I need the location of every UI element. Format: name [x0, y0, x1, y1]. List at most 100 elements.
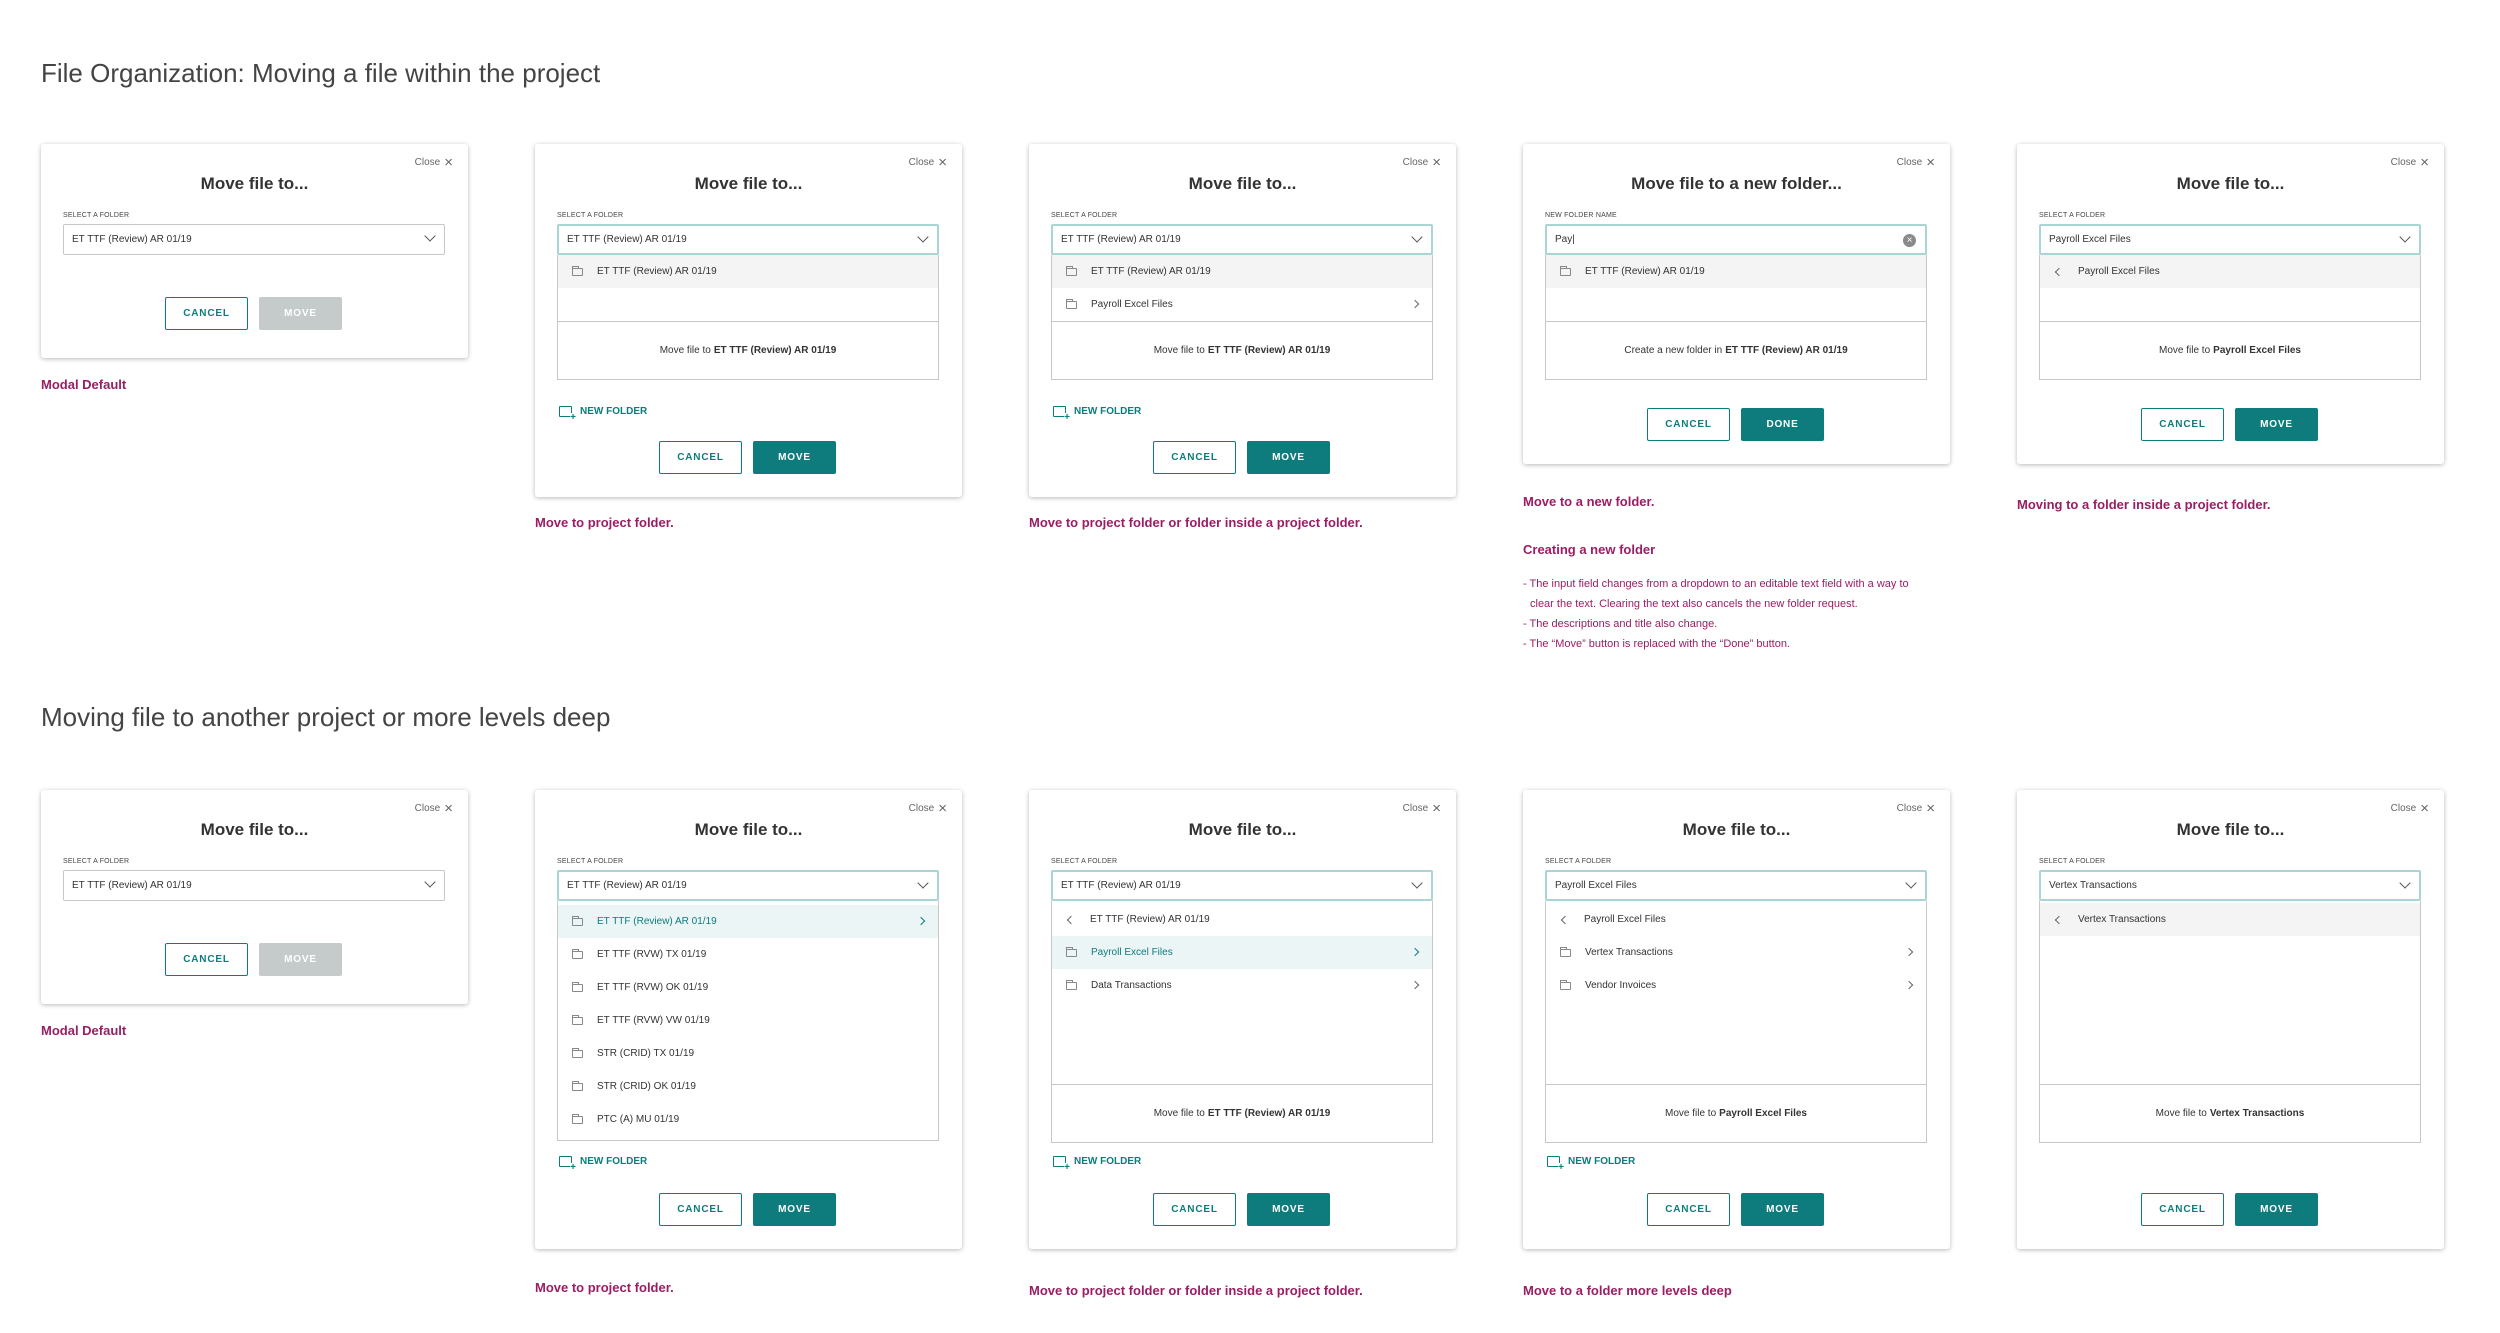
folder-icon — [572, 1113, 583, 1124]
close-label: Close — [2390, 157, 2417, 168]
move-target-prefix: Move file to — [1153, 1108, 1205, 1119]
folder-select[interactable]: Vertex Transactions — [2039, 870, 2421, 901]
back-option[interactable]: Payroll Excel Files — [1546, 903, 1926, 936]
cancel-button[interactable]: CANCEL — [1647, 408, 1730, 441]
close-button[interactable]: Close × — [415, 799, 453, 817]
new-folder-icon — [559, 1156, 576, 1172]
folder-select[interactable]: Payroll Excel Files — [1545, 870, 1927, 901]
close-icon: × — [444, 799, 453, 817]
move-button[interactable]: MOVE — [753, 441, 836, 474]
folder-option[interactable]: ET TTF (Review) AR 01/19 — [558, 255, 938, 288]
cancel-button[interactable]: CANCEL — [1647, 1193, 1730, 1226]
folder-option[interactable]: Payroll Excel Files — [1052, 288, 1432, 321]
move-button[interactable]: MOVE — [2235, 1193, 2318, 1226]
back-option[interactable]: Vertex Transactions — [2040, 903, 2420, 936]
back-option[interactable]: ET TTF (Review) AR 01/19 — [1052, 903, 1432, 936]
new-folder-icon — [1053, 406, 1070, 422]
new-folder-button[interactable]: NEW FOLDER — [559, 406, 647, 422]
move-target-bar: Move file to Payroll Excel Files — [2040, 321, 2420, 379]
new-folder-name-input[interactable]: Pay| × — [1545, 224, 1927, 255]
select-label: SELECT A FOLDER — [63, 858, 130, 865]
close-icon: × — [1926, 799, 1935, 817]
clear-icon[interactable]: × — [1903, 234, 1916, 247]
chevron-down-icon — [424, 230, 436, 242]
move-target-bar: Move file to ET TTF (Review) AR 01/19 — [1052, 321, 1432, 379]
move-file-modal: Close × Move file to... SELECT A FOLDER V… — [2017, 790, 2444, 1249]
close-button[interactable]: Close × — [909, 153, 947, 171]
folder-select[interactable]: ET TTF (Review) AR 01/19 — [1051, 224, 1433, 255]
close-button[interactable]: Close × — [1897, 155, 1935, 170]
folder-option-label: ET TTF (Review) AR 01/19 — [597, 916, 717, 927]
new-folder-button[interactable]: NEW FOLDER — [1053, 1156, 1141, 1172]
folder-option-label: Payroll Excel Files — [1584, 914, 1666, 925]
move-target-name: ET TTF (Review) AR 01/19 — [713, 345, 837, 356]
cancel-button[interactable]: CANCEL — [659, 1193, 742, 1226]
done-button[interactable]: DONE — [1741, 408, 1824, 441]
chevron-down-icon — [1905, 877, 1917, 889]
close-button[interactable]: Close × — [1403, 155, 1441, 170]
new-folder-button[interactable]: NEW FOLDER — [1053, 406, 1141, 422]
folder-select[interactable]: ET TTF (Review) AR 01/19 — [63, 224, 445, 255]
folder-option[interactable]: Data Transactions — [1052, 969, 1432, 1002]
new-folder-button[interactable]: NEW FOLDER — [1547, 1156, 1635, 1172]
folder-select[interactable]: ET TTF (Review) AR 01/19 — [557, 870, 939, 901]
caption-subtitle: Creating a new folder — [1523, 542, 1656, 557]
note-line: - The input field changes from a dropdow… — [1523, 578, 1909, 590]
folder-option[interactable]: ET TTF (RVW) TX 01/19 — [558, 938, 938, 971]
close-button[interactable]: Close × — [2391, 801, 2429, 816]
cancel-button[interactable]: CANCEL — [659, 441, 742, 474]
folder-option-label: Payroll Excel Files — [1091, 299, 1173, 310]
cancel-button[interactable]: CANCEL — [1153, 1193, 1236, 1226]
empty-row — [2040, 288, 2420, 321]
close-button[interactable]: Close × — [2390, 153, 2429, 171]
move-file-modal: Close × Move file to... SELECT A FOLDER E… — [41, 144, 468, 358]
close-button[interactable]: Close × — [415, 155, 453, 170]
select-label: SELECT A FOLDER — [557, 858, 624, 865]
close-button[interactable]: Close × — [1403, 801, 1441, 816]
cancel-button[interactable]: CANCEL — [165, 943, 248, 976]
folder-option[interactable]: ET TTF (Review) AR 01/19 — [1546, 255, 1926, 288]
folder-select[interactable]: ET TTF (Review) AR 01/19 — [557, 224, 939, 255]
close-icon: × — [2420, 153, 2429, 171]
move-button[interactable]: MOVE — [2235, 408, 2318, 441]
cancel-button[interactable]: CANCEL — [1153, 441, 1236, 474]
move-button[interactable]: MOVE — [1741, 1193, 1824, 1226]
close-icon: × — [938, 153, 947, 171]
folder-option-label: STR (CRID) OK 01/19 — [597, 1081, 696, 1092]
move-button[interactable]: MOVE — [1247, 1193, 1330, 1226]
folder-select[interactable]: ET TTF (Review) AR 01/19 — [63, 870, 445, 901]
chevron-down-icon — [917, 231, 929, 243]
move-file-modal: Close × Move file to... SELECT A FOLDER E… — [41, 790, 468, 1004]
folder-option[interactable]: ET TTF (Review) AR 01/19 — [1052, 255, 1432, 288]
move-button[interactable]: MOVE — [259, 297, 342, 330]
move-button[interactable]: MOVE — [1247, 441, 1330, 474]
cancel-button[interactable]: CANCEL — [165, 297, 248, 330]
folder-option[interactable]: ET TTF (RVW) VW 01/19 — [558, 1004, 938, 1037]
folder-option[interactable]: Vertex Transactions — [1546, 936, 1926, 969]
folder-select[interactable]: Payroll Excel Files — [2039, 224, 2421, 255]
folder-option[interactable]: STR (CRID) OK 01/19 — [558, 1070, 938, 1103]
cancel-button[interactable]: CANCEL — [2141, 1193, 2224, 1226]
folder-option[interactable]: STR (CRID) TX 01/19 — [558, 1037, 938, 1070]
folder-dropdown-list: ET TTF (Review) AR 01/19 ET TTF (RVW) TX… — [557, 901, 939, 1141]
close-button[interactable]: Close × — [1897, 799, 1935, 817]
folder-select[interactable]: ET TTF (Review) AR 01/19 — [1051, 870, 1433, 901]
folder-option-label: PTC (A) MU 01/19 — [597, 1114, 680, 1125]
folder-option[interactable]: ET TTF (Review) AR 01/19 — [558, 905, 938, 938]
new-folder-button[interactable]: NEW FOLDER — [559, 1156, 647, 1172]
folder-option[interactable]: Vendor Invoices — [1546, 969, 1926, 1002]
folder-option[interactable]: PTC (A) MU 01/19 — [558, 1103, 938, 1136]
back-option[interactable]: Payroll Excel Files — [2040, 255, 2420, 288]
folder-option-label: ET TTF (Review) AR 01/19 — [597, 266, 717, 277]
cancel-button[interactable]: CANCEL — [2141, 408, 2224, 441]
close-button[interactable]: Close × — [909, 801, 947, 816]
folder-option[interactable]: ET TTF (RVW) OK 01/19 — [558, 971, 938, 1004]
folder-select-value: ET TTF (Review) AR 01/19 — [567, 234, 687, 245]
modal-title: Move file to... — [2176, 820, 2285, 839]
folder-icon — [572, 981, 583, 992]
chevron-right-icon — [1904, 947, 1914, 957]
select-label: SELECT A FOLDER — [63, 212, 130, 219]
move-button[interactable]: MOVE — [259, 943, 342, 976]
folder-option[interactable]: Payroll Excel Files — [1052, 936, 1432, 969]
move-button[interactable]: MOVE — [753, 1193, 836, 1226]
